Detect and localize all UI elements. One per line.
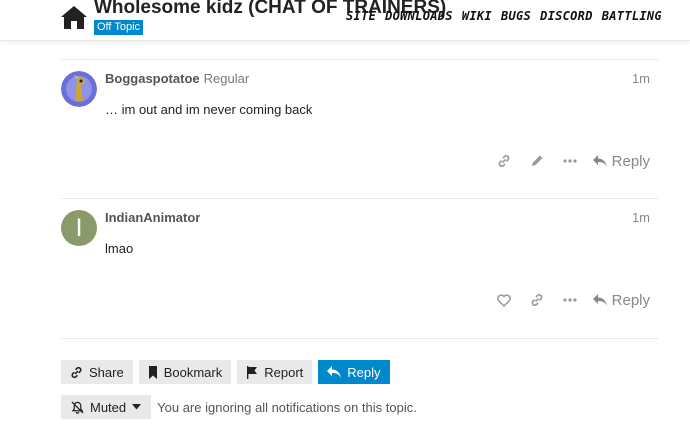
report-button[interactable]: Report bbox=[237, 360, 313, 384]
muted-label: Muted bbox=[90, 399, 127, 415]
share-button[interactable]: Share bbox=[61, 360, 133, 384]
post-username[interactable]: IndianAnimator bbox=[105, 210, 200, 225]
bookmark-icon bbox=[148, 365, 157, 379]
avatar[interactable] bbox=[61, 71, 97, 107]
reply-icon bbox=[327, 366, 342, 378]
site-header: Wholesome kidz (CHAT OF TRAINERS) Off To… bbox=[0, 0, 690, 41]
avatar-letter: I bbox=[75, 214, 83, 242]
bookmark-button[interactable]: Bookmark bbox=[138, 360, 232, 384]
post-body: … im out and im never coming back bbox=[105, 102, 313, 117]
reply-label: Reply bbox=[611, 291, 650, 309]
site-nav: SITE DOWNLOADS WIKI BUGS DISCORD BATTLIN… bbox=[346, 9, 662, 23]
more-icon[interactable] bbox=[554, 288, 587, 312]
post-body: lmao bbox=[105, 241, 134, 256]
share-label: Share bbox=[89, 364, 124, 380]
avatar-image bbox=[61, 71, 97, 107]
user-title: Regular bbox=[203, 71, 250, 86]
like-icon[interactable] bbox=[488, 288, 521, 312]
notification-level-dropdown[interactable]: Muted bbox=[61, 395, 152, 419]
post-actions: Reply bbox=[488, 149, 650, 173]
report-label: Report bbox=[264, 364, 304, 380]
post-date[interactable]: 1m bbox=[632, 210, 650, 225]
reply-button[interactable]: Reply bbox=[318, 360, 390, 384]
nav-bugs[interactable]: BUGS bbox=[501, 9, 531, 23]
reply-button[interactable]: Reply bbox=[592, 291, 650, 309]
notification-reason: You are ignoring all notifications on th… bbox=[157, 399, 417, 415]
more-icon[interactable] bbox=[554, 149, 587, 173]
reply-icon bbox=[592, 294, 607, 306]
post-username[interactable]: Boggaspotatoe Regular bbox=[105, 71, 249, 86]
bookmark-label: Bookmark bbox=[163, 364, 223, 380]
home-icon[interactable] bbox=[60, 4, 88, 30]
nav-battling[interactable]: BATTLING bbox=[602, 9, 662, 23]
edit-icon[interactable] bbox=[521, 149, 554, 173]
nav-site[interactable]: SITE bbox=[346, 9, 376, 23]
reply-button[interactable]: Reply bbox=[592, 152, 650, 170]
nav-wiki[interactable]: WIKI bbox=[462, 9, 492, 23]
avatar[interactable]: I bbox=[61, 210, 97, 246]
post-date[interactable]: 1m bbox=[632, 71, 650, 86]
reply-icon bbox=[592, 155, 607, 167]
nav-discord[interactable]: DISCORD bbox=[540, 9, 593, 23]
reply-label: Reply bbox=[347, 364, 381, 380]
post: I IndianAnimator 1m lmao Reply bbox=[61, 199, 658, 337]
link-icon[interactable] bbox=[488, 149, 521, 173]
muted-bell-icon bbox=[71, 400, 84, 414]
post-actions: Reply bbox=[488, 288, 650, 312]
flag-icon bbox=[247, 365, 258, 379]
username-text[interactable]: IndianAnimator bbox=[105, 210, 200, 225]
username-text[interactable]: Boggaspotatoe bbox=[105, 71, 200, 86]
link-icon[interactable] bbox=[521, 288, 554, 312]
category-badge[interactable]: Off Topic bbox=[94, 20, 144, 35]
reply-label: Reply bbox=[611, 152, 650, 170]
topic-footer-buttons: Share Bookmark Report Reply bbox=[61, 360, 390, 384]
caret-down-icon bbox=[132, 404, 142, 410]
post: Boggaspotatoe Regular 1m … im out and im … bbox=[61, 60, 658, 198]
link-icon bbox=[71, 366, 82, 378]
notification-row: Muted You are ignoring all notifications… bbox=[61, 395, 417, 419]
post-divider bbox=[61, 338, 658, 339]
nav-downloads[interactable]: DOWNLOADS bbox=[385, 9, 453, 23]
